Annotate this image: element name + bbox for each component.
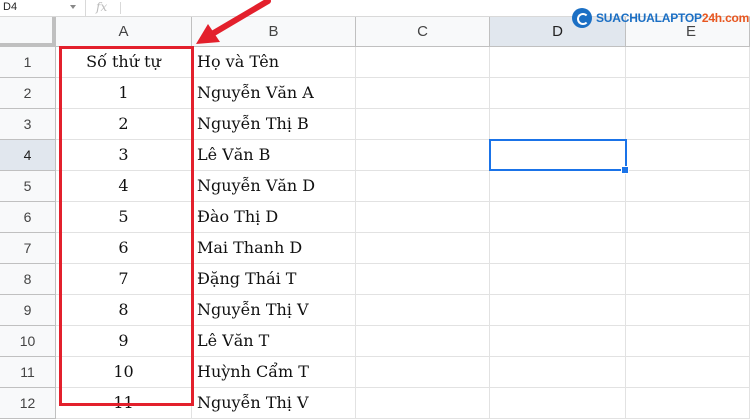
cell-d2[interactable] <box>490 78 626 109</box>
cell-a4[interactable]: 3 <box>56 140 192 171</box>
cell-a1[interactable]: Số thứ tự <box>56 47 192 78</box>
cell-b1[interactable]: Họ và Tên <box>192 47 356 78</box>
name-box-value: D4 <box>3 1 18 13</box>
cell-c8[interactable] <box>356 264 490 295</box>
cell-b3[interactable]: Nguyễn Thị B <box>192 109 356 140</box>
cell-c1[interactable] <box>356 47 490 78</box>
row-header-4[interactable]: 4 <box>0 140 56 171</box>
row-header-12[interactable]: 12 <box>0 388 56 419</box>
cell-c5[interactable] <box>356 171 490 202</box>
cell-a6[interactable]: 5 <box>56 202 192 233</box>
row-header-3[interactable]: 3 <box>0 109 56 140</box>
cell-c2[interactable] <box>356 78 490 109</box>
row-header-7[interactable]: 7 <box>0 233 56 264</box>
cell-a2[interactable]: 1 <box>56 78 192 109</box>
cell-a9[interactable]: 8 <box>56 295 192 326</box>
cell-d9[interactable] <box>490 295 626 326</box>
spreadsheet-grid[interactable]: A B C D E 1 Số thứ tự Họ và Tên 2 1 Nguyễn Vă… <box>0 17 750 419</box>
column-header-b[interactable]: B <box>192 17 356 47</box>
row-header-10[interactable]: 10 <box>0 326 56 357</box>
cell-e6[interactable] <box>626 202 750 233</box>
cell-a7[interactable]: 6 <box>56 233 192 264</box>
name-box-dropdown-icon[interactable] <box>70 5 76 9</box>
column-header-c[interactable]: C <box>356 17 490 47</box>
logo-text-accent: 24h.com <box>701 11 750 25</box>
cell-e9[interactable] <box>626 295 750 326</box>
cell-e3[interactable] <box>626 109 750 140</box>
cell-b2[interactable]: Nguyễn Văn A <box>192 78 356 109</box>
cell-c11[interactable] <box>356 357 490 388</box>
cell-c10[interactable] <box>356 326 490 357</box>
cell-e5[interactable] <box>626 171 750 202</box>
cell-e12[interactable] <box>626 388 750 419</box>
cell-a12[interactable]: 11 <box>56 388 192 419</box>
cell-c9[interactable] <box>356 295 490 326</box>
cell-e11[interactable] <box>626 357 750 388</box>
cell-e8[interactable] <box>626 264 750 295</box>
row-header-8[interactable]: 8 <box>0 264 56 295</box>
fx-icon: fx <box>96 0 108 14</box>
cell-a8[interactable]: 7 <box>56 264 192 295</box>
cell-d4[interactable] <box>490 140 626 171</box>
site-logo: SUACHUALAPTOP24h.com <box>572 7 749 29</box>
cell-d3[interactable] <box>490 109 626 140</box>
row-header-1[interactable]: 1 <box>0 47 56 78</box>
cell-c3[interactable] <box>356 109 490 140</box>
cell-d11[interactable] <box>490 357 626 388</box>
cell-a3[interactable]: 2 <box>56 109 192 140</box>
cell-d8[interactable] <box>490 264 626 295</box>
cell-b5[interactable]: Nguyễn Văn D <box>192 171 356 202</box>
cell-d6[interactable] <box>490 202 626 233</box>
cell-c4[interactable] <box>356 140 490 171</box>
cell-b7[interactable]: Mai Thanh D <box>192 233 356 264</box>
row-header-6[interactable]: 6 <box>0 202 56 233</box>
cell-d10[interactable] <box>490 326 626 357</box>
cell-e10[interactable] <box>626 326 750 357</box>
cell-b8[interactable]: Đặng Thái T <box>192 264 356 295</box>
cell-b10[interactable]: Lê Văn T <box>192 326 356 357</box>
row-header-9[interactable]: 9 <box>0 295 56 326</box>
cell-a11[interactable]: 10 <box>56 357 192 388</box>
cell-d1[interactable] <box>490 47 626 78</box>
cell-d7[interactable] <box>490 233 626 264</box>
cell-e2[interactable] <box>626 78 750 109</box>
cell-b6[interactable]: Đào Thị D <box>192 202 356 233</box>
row-header-5[interactable]: 5 <box>0 171 56 202</box>
name-box[interactable]: D4 <box>0 0 86 16</box>
cell-a10[interactable]: 9 <box>56 326 192 357</box>
cell-c7[interactable] <box>356 233 490 264</box>
logo-icon <box>572 8 592 28</box>
row-header-2[interactable]: 2 <box>0 78 56 109</box>
cell-e7[interactable] <box>626 233 750 264</box>
fill-handle[interactable] <box>621 166 629 174</box>
cell-e1[interactable] <box>626 47 750 78</box>
select-all-corner[interactable] <box>0 17 56 47</box>
cell-b4[interactable]: Lê Văn B <box>192 140 356 171</box>
cell-b12[interactable]: Nguyễn Thị V <box>192 388 356 419</box>
cell-c12[interactable] <box>356 388 490 419</box>
formula-separator <box>120 2 121 14</box>
cell-a5[interactable]: 4 <box>56 171 192 202</box>
cell-d12[interactable] <box>490 388 626 419</box>
cell-c6[interactable] <box>356 202 490 233</box>
row-header-11[interactable]: 11 <box>0 357 56 388</box>
logo-text-main: SUACHUALAPTOP <box>596 11 702 25</box>
column-header-a[interactable]: A <box>56 17 192 47</box>
cell-b9[interactable]: Nguyễn Thị V <box>192 295 356 326</box>
logo-text: SUACHUALAPTOP24h.com <box>596 11 749 25</box>
cell-e4[interactable] <box>626 140 750 171</box>
cell-b11[interactable]: Huỳnh Cẩm T <box>192 357 356 388</box>
cell-d5[interactable] <box>490 171 626 202</box>
